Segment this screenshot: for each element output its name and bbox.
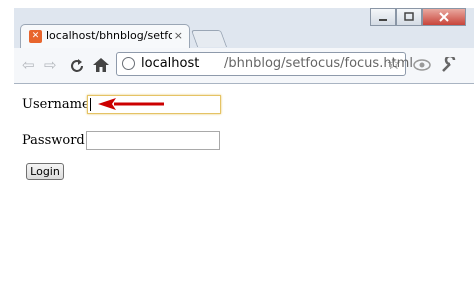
address-bar[interactable]: localhost /bhnblog/setfocus/focus.html ☆ — [116, 52, 413, 76]
login-button[interactable]: Login — [26, 163, 64, 180]
url-path: /bhnblog/setfocus/focus.html — [224, 56, 413, 71]
close-window-button[interactable] — [422, 8, 466, 26]
minimize-icon — [379, 19, 387, 21]
browser-chrome: ✕ localhost/bhnblog/setfocus × ⇦ ⇨ local… — [14, 8, 474, 84]
reload-icon[interactable] — [69, 58, 85, 74]
maximize-icon — [404, 12, 414, 21]
close-icon — [439, 12, 449, 22]
screenshot: ✕ localhost/bhnblog/setfocus × ⇦ ⇨ local… — [0, 0, 474, 284]
browser-tab[interactable]: ✕ localhost/bhnblog/setfocus × — [20, 24, 190, 48]
bookmark-star-icon[interactable]: ☆ — [387, 54, 401, 73]
browser-window: ✕ localhost/bhnblog/setfocus × ⇦ ⇨ local… — [14, 8, 474, 284]
toolbar: ⇦ ⇨ localhost /bhnblog/setfocus/focus.ht… — [14, 48, 474, 83]
maximize-button[interactable] — [396, 8, 422, 26]
page-content: Username : Password : Login — [14, 84, 474, 284]
home-icon[interactable] — [92, 57, 110, 73]
tab-title: localhost/bhnblog/setfocus — [46, 29, 172, 42]
minimize-button[interactable] — [370, 8, 396, 26]
forward-icon[interactable]: ⇨ — [44, 57, 57, 73]
new-tab-button[interactable] — [190, 30, 228, 47]
password-input[interactable] — [86, 131, 220, 150]
extension-eye-icon[interactable] — [412, 57, 432, 73]
red-arrow-icon — [98, 98, 164, 110]
globe-icon — [122, 57, 135, 70]
wrench-icon[interactable] — [440, 57, 458, 73]
tab-close-icon[interactable]: × — [174, 29, 183, 42]
url-host: localhost — [141, 56, 200, 71]
xampp-favicon-icon: ✕ — [29, 30, 42, 43]
text-caret — [90, 98, 91, 111]
back-icon[interactable]: ⇦ — [22, 57, 35, 73]
password-label: Password : — [22, 133, 94, 148]
